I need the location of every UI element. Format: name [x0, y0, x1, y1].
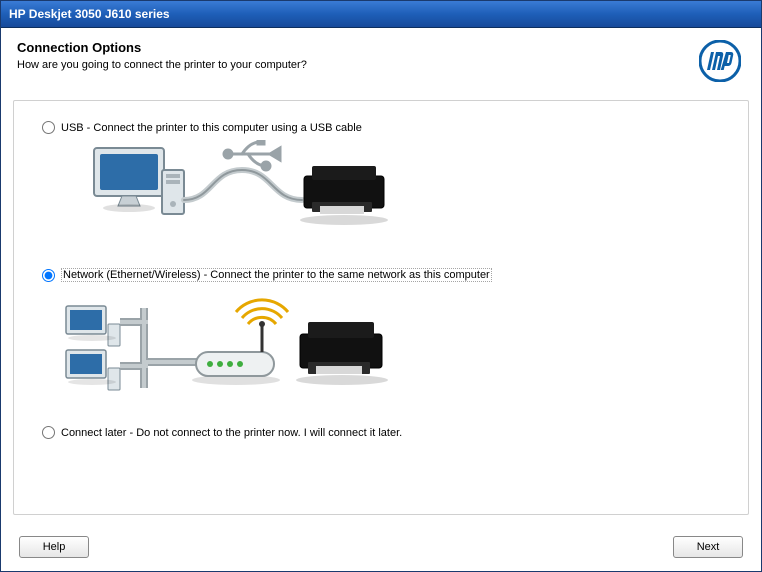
next-button[interactable]: Next [673, 536, 743, 558]
label-later[interactable]: Connect later - Do not connect to the pr… [61, 427, 402, 439]
label-usb[interactable]: USB - Connect the printer to this comput… [61, 122, 362, 134]
titlebar: HP Deskjet 3050 J610 series [1, 1, 761, 28]
help-button[interactable]: Help [19, 536, 89, 558]
hp-logo-icon [699, 40, 741, 82]
illustration-network [52, 288, 720, 398]
installer-window: HP Deskjet 3050 J610 series Connection O… [0, 0, 762, 572]
radio-later[interactable] [42, 426, 55, 439]
footer: Help Next [1, 523, 761, 571]
page-subtitle: How are you going to connect the printer… [17, 59, 699, 71]
window-title: HP Deskjet 3050 J610 series [9, 7, 170, 21]
header: Connection Options How are you going to … [1, 28, 761, 90]
option-network: Network (Ethernet/Wireless) - Connect th… [42, 268, 720, 398]
label-network[interactable]: Network (Ethernet/Wireless) - Connect th… [61, 268, 492, 282]
option-usb: USB - Connect the printer to this comput… [42, 121, 720, 240]
page-title: Connection Options [17, 40, 699, 55]
radio-network[interactable] [42, 269, 55, 282]
illustration-usb [52, 140, 720, 240]
option-later: Connect later - Do not connect to the pr… [42, 426, 720, 439]
header-text: Connection Options How are you going to … [17, 40, 699, 71]
content-panel: USB - Connect the printer to this comput… [13, 100, 749, 515]
radio-usb[interactable] [42, 121, 55, 134]
